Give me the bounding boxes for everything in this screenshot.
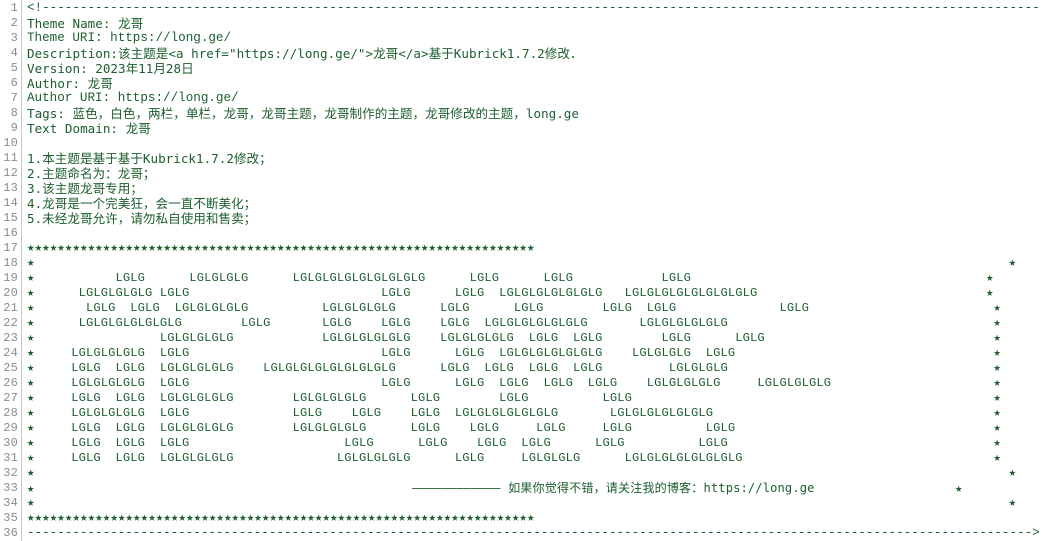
line-number: 13 (3, 181, 18, 195)
line-number: 27 (3, 391, 18, 405)
line-number: 9 (10, 121, 18, 135)
code-line[interactable]: Theme URI: https://long.ge/ (27, 31, 1063, 46)
line-number: 11 (3, 151, 18, 165)
line-number: 15 (3, 211, 18, 225)
code-line[interactable]: ★ LGLGLGLGLG LGLG LGLG LGLG LGLGLGLGLGLG… (27, 346, 1063, 361)
line-number: 36 (3, 526, 18, 540)
line-number: 35 (3, 511, 18, 525)
line-number: 2 (10, 16, 18, 30)
line-number: 21 (3, 301, 18, 315)
code-line[interactable]: ----------------------------------------… (27, 526, 1063, 541)
code-line[interactable]: ★ LGLG LGLGLGLG LGLGLGLGLGLGLGLGLG LGLG … (27, 271, 1063, 286)
line-number: 16 (3, 226, 18, 240)
line-number: 4 (10, 46, 18, 60)
code-line[interactable]: ★ LGLGLGLGLG LGLG LGLG LGLG LGLGLGLGLGLG… (27, 286, 1063, 301)
code-line[interactable]: 4.龙哥是一个完美狂，会一直不断美化； (27, 196, 1063, 211)
code-line[interactable]: ★ LGLGLGLGLG LGLGLGLGLGLG LGLGLGLGLG LGL… (27, 331, 1063, 346)
line-number: 1 (10, 1, 18, 15)
line-number: 14 (3, 196, 18, 210)
line-number: 8 (10, 106, 18, 120)
code-line[interactable]: ★ LGLG LGLG LGLGLGLGLG LGLGLGLGLG LGLG L… (27, 451, 1063, 466)
line-number: 20 (3, 286, 18, 300)
code-line[interactable]: ★ LGLG LGLG LGLGLGLGLG LGLGLGLGLG LGLG L… (27, 301, 1063, 316)
code-line[interactable]: 1.本主题是基于基于Kubrick1.7.2修改； (27, 151, 1063, 166)
line-number: 10 (3, 136, 18, 150)
code-line[interactable]: <!--------------------------------------… (27, 1, 1063, 16)
code-line[interactable]: ★ ★ (27, 466, 1063, 481)
code-line[interactable]: ★ ———————————— 如果你觉得不错，请关注我的博客：https://l… (27, 481, 1063, 496)
line-number: 30 (3, 436, 18, 450)
line-number: 32 (3, 466, 18, 480)
line-number: 23 (3, 331, 18, 345)
code-line[interactable]: ★ LGLG LGLG LGLG LGLG LGLG LGLG LGLG LGL… (27, 436, 1063, 451)
code-line[interactable]: 5.未经龙哥允许，请勿私自使用和售卖； (27, 211, 1063, 226)
line-number-gutter: 1 2 3 4 5 6 7 8 9 10 11 12 13 14 15 16 17 18 19 20 21 22 23 24 2… (0, 0, 22, 541)
code-line[interactable]: Theme Name: 龙哥 (27, 16, 1063, 31)
line-number: 22 (3, 316, 18, 330)
line-number: 26 (3, 376, 18, 390)
code-line[interactable]: Description:该主题是<a href="https://long.ge… (27, 46, 1063, 61)
line-number: 6 (10, 76, 18, 90)
line-number: 3 (10, 31, 18, 45)
code-editor[interactable]: 1 2 3 4 5 6 7 8 9 10 11 12 13 14 15 16 17 18 19 20 21 22 23 24 2… (0, 0, 1063, 541)
line-number: 18 (3, 256, 18, 270)
code-line[interactable]: ★ LGLGLGLGLGLGLG LGLG LGLG LGLG LGLG LGL… (27, 316, 1063, 331)
code-line[interactable]: Text Domain: 龙哥 (27, 121, 1063, 136)
line-number: 12 (3, 166, 18, 180)
code-line[interactable]: ★★★★★★★★★★★★★★★★★★★★★★★★★★★★★★★★★★★★★★★★… (27, 511, 1063, 526)
code-line[interactable]: ★ LGLGLGLGLG LGLG LGLG LGLG LGLG LGLG LG… (27, 376, 1063, 391)
line-number: 28 (3, 406, 18, 420)
line-number: 34 (3, 496, 18, 510)
code-line[interactable]: Version: 2023年11月28日 (27, 61, 1063, 76)
code-line[interactable]: Author URI: https://long.ge/ (27, 91, 1063, 106)
code-line[interactable] (27, 226, 1063, 241)
code-line[interactable]: ★ LGLG LGLG LGLGLGLGLG LGLGLGLGLGLGLGLGL… (27, 361, 1063, 376)
code-line[interactable]: ★ ★ (27, 496, 1063, 511)
code-line[interactable]: ★ ★ (27, 256, 1063, 271)
code-line[interactable]: Tags: 蓝色，白色，两栏，单栏，龙哥，龙哥主题，龙哥制作的主题，龙哥修改的主… (27, 106, 1063, 121)
code-line[interactable]: 3.该主题龙哥专用； (27, 181, 1063, 196)
code-line[interactable]: ★★★★★★★★★★★★★★★★★★★★★★★★★★★★★★★★★★★★★★★★… (27, 241, 1063, 256)
line-number: 25 (3, 361, 18, 375)
code-line[interactable]: 2.主题命名为：龙哥； (27, 166, 1063, 181)
code-line[interactable]: ★ LGLGLGLGLG LGLG LGLG LGLG LGLG LGLGLGL… (27, 406, 1063, 421)
code-line[interactable] (27, 136, 1063, 151)
line-number: 29 (3, 421, 18, 435)
line-number: 19 (3, 271, 18, 285)
line-number: 5 (10, 61, 18, 75)
code-line[interactable]: ★ LGLG LGLG LGLGLGLGLG LGLGLGLGLG LGLG L… (27, 391, 1063, 406)
line-number: 7 (10, 91, 18, 105)
code-content-area[interactable]: <!--------------------------------------… (22, 0, 1063, 541)
line-number: 24 (3, 346, 18, 360)
line-number: 33 (3, 481, 18, 495)
line-number: 31 (3, 451, 18, 465)
code-line[interactable]: Author: 龙哥 (27, 76, 1063, 91)
code-line[interactable]: ★ LGLG LGLG LGLGLGLGLG LGLGLGLGLG LGLG L… (27, 421, 1063, 436)
line-number: 17 (3, 241, 18, 255)
